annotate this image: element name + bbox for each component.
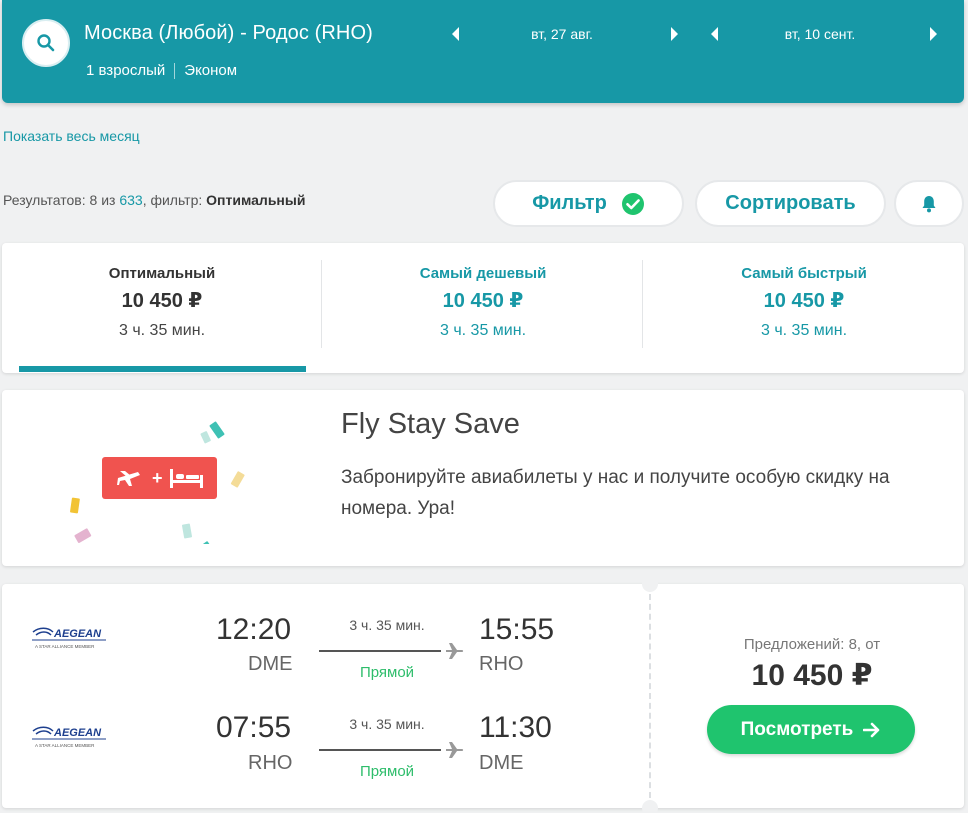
outbound-route-line <box>319 650 441 652</box>
inbound-departure-airport: RHO <box>248 752 293 774</box>
inbound-route-line <box>319 749 441 751</box>
search-button[interactable] <box>22 19 70 67</box>
tab-price: 10 450 ₽ <box>763 290 845 312</box>
tab-duration: 3 ч. 35 мин. <box>760 322 848 339</box>
airline-name: AEGEAN <box>53 727 102 739</box>
inbound-departure-time: 07:55 <box>216 711 292 744</box>
outbound-departure-airport: DME <box>248 653 293 675</box>
chevron-left-icon <box>711 27 718 41</box>
view-offer-label: Посмотреть <box>740 718 854 740</box>
results-total-link[interactable]: 633 <box>119 192 142 208</box>
tab-price: 10 450 ₽ <box>442 290 524 312</box>
filter-prefix: , фильтр: <box>142 192 207 208</box>
arrow-right-icon <box>863 722 880 737</box>
passengers-count: 1 взрослый <box>86 62 166 79</box>
active-tab-indicator <box>19 366 306 372</box>
flight-plus-hotel-illustration: + <box>70 421 245 544</box>
tab-fastest[interactable]: Самый быстрый 10 450 ₽ 3 ч. 35 мин. <box>644 243 964 373</box>
chevron-right-icon <box>930 27 937 41</box>
tab-price: 10 450 ₽ <box>121 290 203 312</box>
divider <box>321 260 322 348</box>
tab-label: Оптимальный <box>108 265 216 282</box>
inbound-arrival-airport: DME <box>479 752 524 774</box>
fly-stay-save-promo[interactable]: + Fly Stay Save Забронируйте авиабилеты … <box>2 390 964 566</box>
price-alert-button[interactable] <box>894 180 964 227</box>
flight-price: 10 450 ₽ <box>751 659 873 692</box>
results-prefix: Результатов: 8 из <box>3 192 120 208</box>
flight-result-card[interactable]: AEGEAN A STAR ALLIANCE MEMBER 12:20 DME … <box>2 576 964 813</box>
airline-tagline: A STAR ALLIANCE MEMBER <box>35 743 95 748</box>
bell-icon <box>922 195 936 212</box>
chevron-left-icon <box>452 27 459 41</box>
ticket-notch <box>642 576 658 592</box>
promo-title: Fly Stay Save <box>341 408 520 440</box>
cabin-class: Эконом <box>184 62 238 79</box>
sort-tabs: Оптимальный 10 450 ₽ 3 ч. 35 мин. Самый … <box>2 243 964 373</box>
ticket-divider <box>649 594 651 798</box>
tab-label: Самый быстрый <box>741 265 867 282</box>
view-offer-button[interactable]: Посмотреть <box>707 705 915 754</box>
sort-button-label: Сортировать <box>725 192 856 214</box>
divider <box>174 62 176 79</box>
inbound-stops: Прямой <box>359 763 415 780</box>
depart-next-arrow[interactable] <box>669 25 681 43</box>
filter-value: Оптимальный <box>206 192 306 208</box>
inbound-arrival-time: 11:30 <box>479 711 552 744</box>
airplane-icon <box>446 742 464 758</box>
offers-count: Предложений: 8, от <box>743 636 881 653</box>
search-icon <box>37 34 55 52</box>
tab-cheapest[interactable]: Самый дешевый 10 450 ₽ 3 ч. 35 мин. <box>323 243 643 373</box>
sort-button[interactable]: Сортировать <box>695 180 886 227</box>
tab-label: Самый дешевый <box>419 265 547 282</box>
route-title[interactable]: Москва (Любой) - Родос (RHO) <box>84 22 373 45</box>
airplane-icon <box>446 643 464 659</box>
tab-duration: 3 ч. 35 мин. <box>439 322 527 339</box>
promo-text: Забронируйте авиабилеты у нас и получите… <box>341 467 890 519</box>
show-whole-month-link[interactable]: Показать весь месяц <box>3 128 140 144</box>
tab-optimal[interactable]: Оптимальный 10 450 ₽ 3 ч. 35 мин. <box>2 243 322 373</box>
inbound-duration: 3 ч. 35 мин. <box>349 716 425 732</box>
check-circle-icon <box>621 192 644 215</box>
results-summary: Результатов: 8 из 633, фильтр: Оптимальн… <box>3 192 305 208</box>
depart-date[interactable]: вт, 27 авг. <box>492 26 632 42</box>
svg-text:+: + <box>152 468 163 488</box>
search-header: Москва (Любой) - Родос (RHO) 1 взрослый … <box>2 0 964 103</box>
airline-logo: AEGEAN A STAR ALLIANCE MEMBER <box>30 723 110 751</box>
filter-button-label: Фильтр <box>532 192 607 214</box>
outbound-duration: 3 ч. 35 мин. <box>349 617 425 633</box>
airline-tagline: A STAR ALLIANCE MEMBER <box>35 644 95 649</box>
chevron-right-icon <box>671 27 678 41</box>
return-next-arrow[interactable] <box>928 25 940 43</box>
passengers-info[interactable]: 1 взрослый Эконом <box>86 62 237 79</box>
filter-button[interactable]: Фильтр <box>493 180 684 227</box>
outbound-arrival-airport: RHO <box>479 653 524 675</box>
outbound-stops: Прямой <box>359 664 415 681</box>
depart-prev-arrow[interactable] <box>449 25 461 43</box>
return-prev-arrow[interactable] <box>708 25 720 43</box>
ticket-notch <box>642 800 658 813</box>
airline-name: AEGEAN <box>53 628 102 640</box>
tab-duration: 3 ч. 35 мин. <box>118 322 206 339</box>
airline-logo: AEGEAN A STAR ALLIANCE MEMBER <box>30 624 110 652</box>
outbound-departure-time: 12:20 <box>216 613 292 646</box>
return-date[interactable]: вт, 10 сент. <box>750 26 890 42</box>
outbound-arrival-time: 15:55 <box>479 613 555 646</box>
divider <box>642 260 643 348</box>
